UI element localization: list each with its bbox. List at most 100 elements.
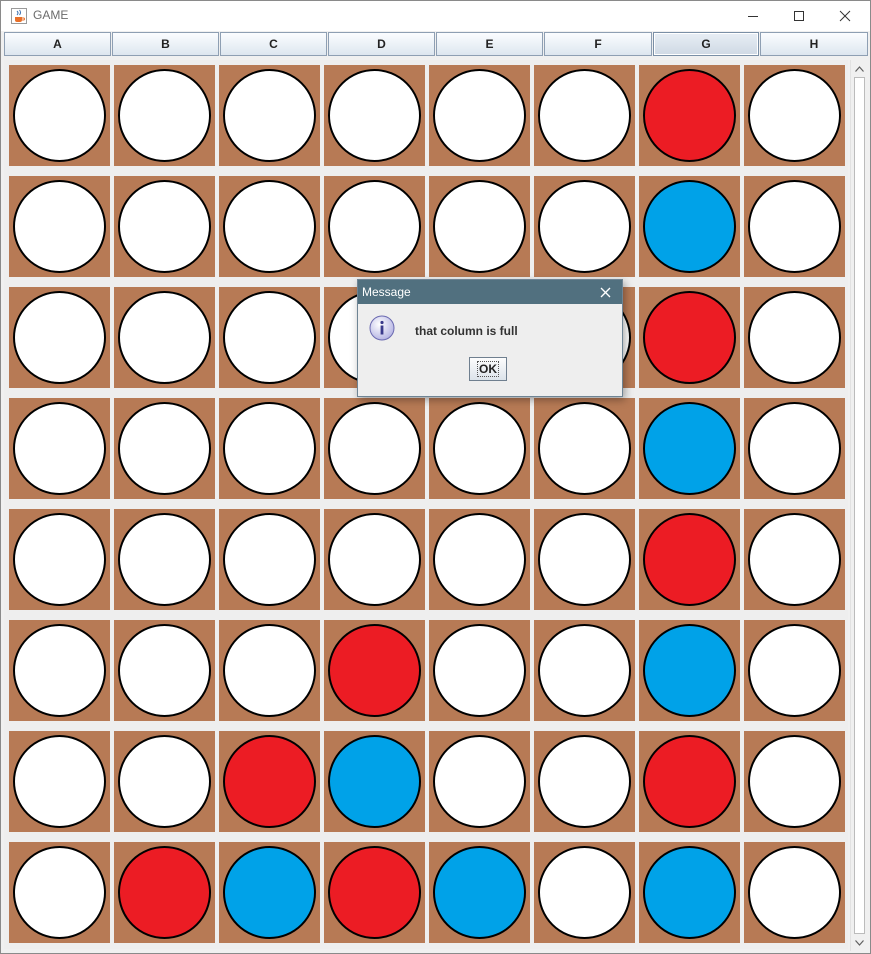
column-button-a[interactable]: A <box>4 32 111 56</box>
vertical-scrollbar[interactable] <box>850 60 868 951</box>
arrow-down-icon <box>855 939 864 946</box>
board-cell-r5-c3[interactable] <box>219 509 320 610</box>
dialog-close-button[interactable] <box>594 282 616 302</box>
board-cell-r5-c5[interactable] <box>429 509 530 610</box>
empty-slot <box>118 180 211 273</box>
empty-slot <box>748 69 841 162</box>
board-cell-r7-c4[interactable] <box>324 731 425 832</box>
board-cell-r4-c5[interactable] <box>429 398 530 499</box>
board-cell-r5-c6[interactable] <box>534 509 635 610</box>
board-cell-r2-c8[interactable] <box>744 176 845 277</box>
column-button-f[interactable]: F <box>544 32 652 56</box>
board-cell-r7-c2[interactable] <box>114 731 215 832</box>
board-cell-r1-c4[interactable] <box>324 65 425 166</box>
board-cell-r6-c1[interactable] <box>9 620 110 721</box>
board-cell-r8-c7[interactable] <box>639 842 740 943</box>
column-button-c[interactable]: C <box>220 32 327 56</box>
scroll-up-button[interactable] <box>851 60 868 77</box>
board-cell-r5-c2[interactable] <box>114 509 215 610</box>
board-cell-r7-c3[interactable] <box>219 731 320 832</box>
board-cell-r3-c7[interactable] <box>639 287 740 388</box>
board-cell-r4-c8[interactable] <box>744 398 845 499</box>
board-cell-r1-c1[interactable] <box>9 65 110 166</box>
minimize-icon <box>748 16 758 17</box>
column-button-g[interactable]: G <box>653 32 759 56</box>
board-cell-r5-c7[interactable] <box>639 509 740 610</box>
board-cell-r7-c1[interactable] <box>9 731 110 832</box>
board-cell-r5-c4[interactable] <box>324 509 425 610</box>
blue-disc <box>433 846 526 939</box>
board-cell-r8-c6[interactable] <box>534 842 635 943</box>
board-cell-r5-c1[interactable] <box>9 509 110 610</box>
board-cell-r7-c6[interactable] <box>534 731 635 832</box>
board-cell-r2-c1[interactable] <box>9 176 110 277</box>
board-cell-r3-c3[interactable] <box>219 287 320 388</box>
minimize-button[interactable] <box>730 1 776 31</box>
board-cell-r4-c3[interactable] <box>219 398 320 499</box>
board-cell-r1-c3[interactable] <box>219 65 320 166</box>
board-cell-r1-c8[interactable] <box>744 65 845 166</box>
board-cell-r4-c7[interactable] <box>639 398 740 499</box>
red-disc <box>223 735 316 828</box>
empty-slot <box>538 624 631 717</box>
column-button-d[interactable]: D <box>328 32 435 56</box>
board-cell-r6-c4[interactable] <box>324 620 425 721</box>
empty-slot <box>433 180 526 273</box>
board-cell-r8-c4[interactable] <box>324 842 425 943</box>
board-cell-r8-c2[interactable] <box>114 842 215 943</box>
board-cell-r7-c7[interactable] <box>639 731 740 832</box>
empty-slot <box>118 402 211 495</box>
board-cell-r4-c6[interactable] <box>534 398 635 499</box>
column-button-h[interactable]: H <box>760 32 868 56</box>
empty-slot <box>13 624 106 717</box>
board-cell-r2-c5[interactable] <box>429 176 530 277</box>
board-cell-r8-c5[interactable] <box>429 842 530 943</box>
empty-slot <box>223 69 316 162</box>
board-cell-r5-c8[interactable] <box>744 509 845 610</box>
empty-slot <box>118 513 211 606</box>
board-cell-r1-c7[interactable] <box>639 65 740 166</box>
empty-slot <box>328 513 421 606</box>
empty-slot <box>223 513 316 606</box>
blue-disc <box>643 180 736 273</box>
dialog-title: Message <box>362 285 411 299</box>
board-cell-r2-c2[interactable] <box>114 176 215 277</box>
board-cell-r6-c3[interactable] <box>219 620 320 721</box>
close-button[interactable] <box>822 1 868 31</box>
board-cell-r6-c5[interactable] <box>429 620 530 721</box>
ok-button[interactable]: OK <box>469 357 507 381</box>
board-cell-r3-c1[interactable] <box>9 287 110 388</box>
board-cell-r6-c8[interactable] <box>744 620 845 721</box>
blue-disc <box>643 846 736 939</box>
board-cell-r6-c2[interactable] <box>114 620 215 721</box>
board-cell-r4-c4[interactable] <box>324 398 425 499</box>
board-cell-r4-c2[interactable] <box>114 398 215 499</box>
board-cell-r3-c2[interactable] <box>114 287 215 388</box>
board-cell-r3-c8[interactable] <box>744 287 845 388</box>
board-cell-r2-c7[interactable] <box>639 176 740 277</box>
board-cell-r8-c1[interactable] <box>9 842 110 943</box>
board-cell-r6-c7[interactable] <box>639 620 740 721</box>
board-cell-r8-c8[interactable] <box>744 842 845 943</box>
board-cell-r2-c3[interactable] <box>219 176 320 277</box>
board-cell-r7-c8[interactable] <box>744 731 845 832</box>
scroll-thumb[interactable] <box>854 77 865 934</box>
empty-slot <box>748 735 841 828</box>
column-button-b[interactable]: B <box>112 32 219 56</box>
board-cell-r7-c5[interactable] <box>429 731 530 832</box>
board-cell-r8-c3[interactable] <box>219 842 320 943</box>
red-disc <box>118 846 211 939</box>
column-button-e[interactable]: E <box>436 32 543 56</box>
board-cell-r2-c6[interactable] <box>534 176 635 277</box>
board-cell-r6-c6[interactable] <box>534 620 635 721</box>
empty-slot <box>328 180 421 273</box>
empty-slot <box>118 735 211 828</box>
board-cell-r2-c4[interactable] <box>324 176 425 277</box>
board-cell-r1-c6[interactable] <box>534 65 635 166</box>
board-cell-r1-c5[interactable] <box>429 65 530 166</box>
maximize-button[interactable] <box>776 1 822 31</box>
board-cell-r4-c1[interactable] <box>9 398 110 499</box>
empty-slot <box>118 69 211 162</box>
scroll-down-button[interactable] <box>851 934 868 951</box>
board-cell-r1-c2[interactable] <box>114 65 215 166</box>
